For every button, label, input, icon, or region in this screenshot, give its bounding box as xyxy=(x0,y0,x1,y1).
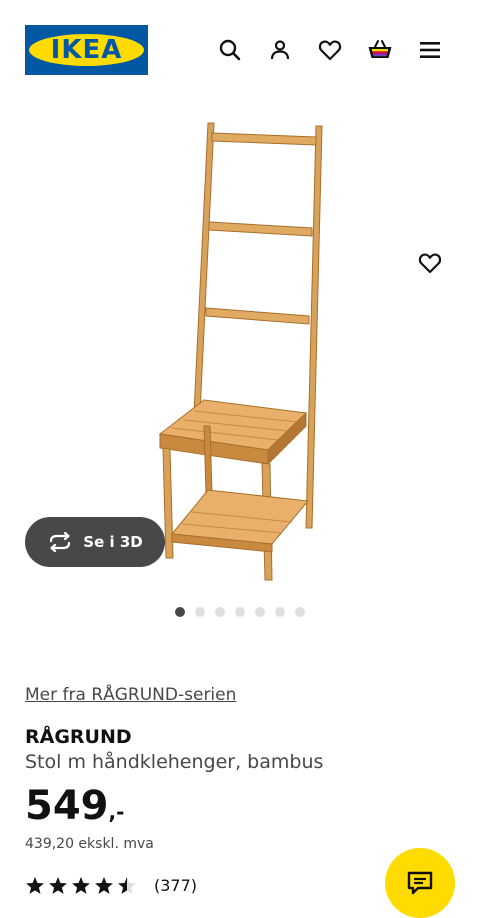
gallery-dot[interactable] xyxy=(215,607,225,617)
price-suffix: ,- xyxy=(108,800,125,824)
product-image xyxy=(158,122,323,581)
price-excluding-vat: 439,20 ekskl. mva xyxy=(25,836,154,852)
search-icon[interactable] xyxy=(217,37,243,63)
product-name: RÅGRUND xyxy=(25,726,132,748)
star-icon xyxy=(72,876,90,894)
chat-button[interactable] xyxy=(385,848,455,918)
gallery-dot[interactable] xyxy=(295,607,305,617)
view-3d-button[interactable]: Se i 3D xyxy=(25,517,165,567)
gallery-dot[interactable] xyxy=(275,607,285,617)
product-description: Stol m håndklehenger, bambus xyxy=(25,751,324,773)
chat-icon xyxy=(407,871,433,895)
user-icon[interactable] xyxy=(267,37,293,63)
product-price: 549,- xyxy=(25,782,124,836)
product-rating[interactable]: (377) xyxy=(25,876,197,895)
price-integer: 549 xyxy=(25,783,109,829)
heart-icon[interactable] xyxy=(317,37,343,63)
logo-text: IKEA xyxy=(50,35,123,65)
series-link[interactable]: Mer fra RÅGRUND-serien xyxy=(25,685,236,705)
star-icon xyxy=(26,876,44,894)
star-icon xyxy=(49,876,67,894)
half-star-icon xyxy=(118,876,136,894)
menu-icon[interactable] xyxy=(417,37,443,63)
gallery-dot[interactable] xyxy=(195,607,205,617)
rating-count: (377) xyxy=(154,876,198,895)
gallery-dot[interactable] xyxy=(235,607,245,617)
add-to-favourites-icon[interactable] xyxy=(417,250,443,276)
basket-icon[interactable] xyxy=(367,37,393,63)
gallery-pagination xyxy=(175,607,305,617)
gallery-dot[interactable] xyxy=(255,607,265,617)
view-3d-label: Se i 3D xyxy=(83,533,143,551)
site-header: IKEA xyxy=(0,0,480,100)
rotate-3d-icon xyxy=(50,532,71,552)
ikea-logo[interactable]: IKEA xyxy=(25,25,148,75)
star-icon xyxy=(95,876,113,894)
gallery-dot[interactable] xyxy=(175,607,185,617)
